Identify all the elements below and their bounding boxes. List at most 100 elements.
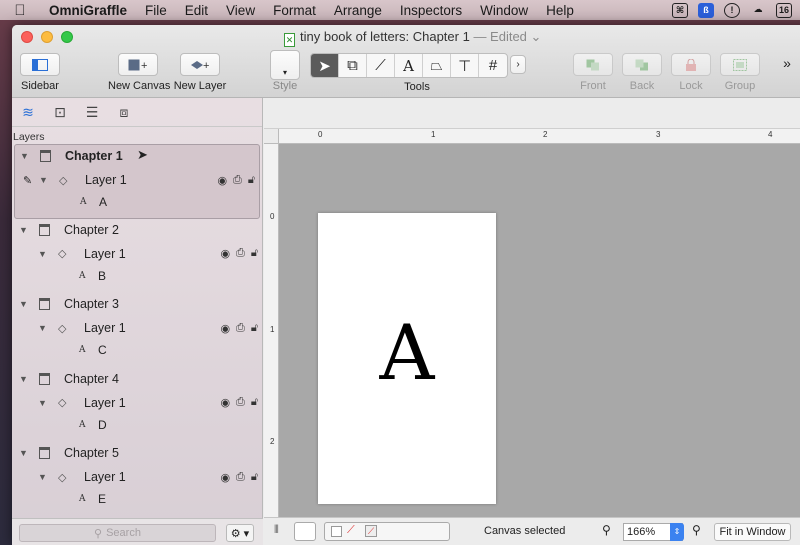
disclosure-triangle-icon[interactable]: ▼ bbox=[38, 398, 47, 408]
toolbar-overflow-icon[interactable]: » bbox=[780, 55, 794, 71]
menu-arrange[interactable]: Arrange bbox=[325, 3, 391, 18]
status-icon-3[interactable]: ! bbox=[724, 2, 740, 18]
zoom-button[interactable] bbox=[61, 31, 73, 43]
printer-icon[interactable]: ⎙ bbox=[236, 322, 245, 335]
page-letter-text[interactable]: A bbox=[318, 315, 496, 391]
text-object-icon: A bbox=[79, 270, 86, 281]
disclosure-triangle-icon[interactable]: ▼ bbox=[19, 374, 28, 384]
cloud-icon[interactable]: ☁ bbox=[750, 3, 766, 18]
object-row[interactable]: A D bbox=[12, 414, 262, 436]
pencil-icon: ✎ bbox=[23, 174, 33, 187]
layer-row[interactable]: ▼ ◇ Layer 1 ◉ ⎙ 🔓︎ bbox=[12, 243, 262, 265]
new-canvas-button[interactable]: + New Canvas bbox=[108, 53, 170, 92]
object-row[interactable]: A E bbox=[12, 488, 262, 510]
back-button[interactable]: Back bbox=[621, 53, 663, 92]
layer-row[interactable]: ✎ ▼ ◇ Layer 1 ◉ ⎙ 🔓︎ bbox=[15, 169, 259, 191]
lock-button[interactable]: Lock bbox=[670, 53, 712, 92]
printer-icon[interactable]: ⎙ bbox=[233, 174, 242, 187]
object-row[interactable]: A A bbox=[15, 191, 259, 213]
more-tools-button[interactable]: › bbox=[510, 55, 526, 74]
menu-file[interactable]: File bbox=[136, 3, 176, 18]
menu-window[interactable]: Window bbox=[471, 3, 537, 18]
menu-view[interactable]: View bbox=[217, 3, 264, 18]
chapter-row[interactable]: ▼ Chapter 2 bbox=[12, 219, 262, 241]
zoom-in-icon[interactable]: ⚲ bbox=[692, 523, 701, 537]
horizontal-ruler[interactable]: 0 1 2 3 4 bbox=[279, 129, 800, 144]
pen-tool-icon[interactable]: ⏢ bbox=[423, 54, 451, 77]
menu-edit[interactable]: Edit bbox=[176, 3, 217, 18]
unlock-icon[interactable]: 🔓︎ bbox=[248, 174, 255, 187]
menu-inspectors[interactable]: Inspectors bbox=[391, 3, 471, 18]
artboard-tab-icon[interactable]: ⧈ bbox=[115, 103, 133, 121]
disclosure-triangle-icon[interactable]: ▼ bbox=[19, 225, 28, 235]
chapter-row[interactable]: ▼ Chapter 5 bbox=[12, 442, 262, 464]
apple-menu-icon[interactable]:  bbox=[0, 2, 40, 19]
eye-icon[interactable]: ◉ bbox=[220, 322, 230, 335]
chapter-row[interactable]: ▼ Chapter 3 bbox=[12, 293, 262, 315]
minimize-button[interactable] bbox=[41, 31, 53, 43]
layer-row[interactable]: ▼ ◇ Layer 1 ◉ ⎙ 🔓︎ bbox=[12, 317, 262, 339]
layer-icon: ◇ bbox=[59, 174, 68, 187]
fill-swatch[interactable] bbox=[294, 522, 316, 541]
printer-icon[interactable]: ⎙ bbox=[236, 247, 245, 260]
disclosure-triangle-icon[interactable]: ▼ bbox=[19, 448, 28, 458]
window-title[interactable]: ✕ tiny book of letters: Chapter 1 — Edite… bbox=[284, 29, 541, 47]
text-tool-icon[interactable]: A bbox=[395, 54, 423, 77]
disclosure-triangle-icon[interactable]: ▼ bbox=[39, 175, 48, 185]
unlock-icon[interactable]: 🔓︎ bbox=[251, 322, 258, 335]
canvas-tab-icon[interactable]: ⊡ bbox=[51, 103, 69, 121]
line-style-swatch[interactable]: ⟋ ⟋ bbox=[324, 522, 450, 541]
close-button[interactable] bbox=[21, 31, 33, 43]
status-icon-1[interactable]: ⌘ bbox=[672, 2, 688, 18]
disclosure-triangle-icon[interactable]: ▼ bbox=[38, 323, 47, 333]
layer-row[interactable]: ▼ ◇ Layer 1 ◉ ⎙ 🔓︎ bbox=[12, 392, 262, 414]
layer-row[interactable]: ▼ ◇ Layer 1 ◉ ⎙ 🔓︎ bbox=[12, 466, 262, 488]
layer-controls: ◉ ⎙ 🔓︎ bbox=[217, 174, 255, 187]
unlock-icon[interactable]: 🔓︎ bbox=[251, 396, 258, 409]
ruler-corner[interactable] bbox=[264, 129, 279, 144]
disclosure-triangle-icon[interactable]: ▼ bbox=[20, 151, 29, 161]
outline-tab-icon[interactable]: ☰ bbox=[83, 103, 101, 121]
style-button[interactable]: ▾ Style bbox=[270, 50, 300, 92]
gear-menu-button[interactable]: ⚙ ▾ bbox=[226, 524, 254, 542]
new-layer-button[interactable]: + New Layer bbox=[172, 53, 228, 92]
vertical-ruler[interactable]: 0 1 2 bbox=[264, 144, 279, 518]
menu-app[interactable]: OmniGraffle bbox=[40, 3, 136, 18]
canvas-page[interactable]: A bbox=[318, 213, 496, 504]
zoom-dropdown-icon[interactable]: ⇕ bbox=[670, 523, 684, 541]
fit-in-window-button[interactable]: Fit in Window bbox=[714, 523, 791, 541]
front-button[interactable]: Front bbox=[572, 53, 614, 92]
group-button[interactable]: Group bbox=[719, 53, 761, 92]
eye-icon[interactable]: ◉ bbox=[220, 471, 230, 484]
shape-tool-icon[interactable]: ⧉ bbox=[339, 54, 367, 77]
eye-icon[interactable]: ◉ bbox=[220, 247, 230, 260]
unlock-icon[interactable]: 🔓︎ bbox=[251, 471, 258, 484]
line-tool-icon[interactable]: ⟋ bbox=[367, 54, 395, 77]
diagram-tool-icon[interactable]: ⊤ bbox=[451, 54, 479, 77]
disclosure-triangle-icon[interactable]: ▼ bbox=[38, 249, 47, 259]
chapter-row[interactable]: ▼ Chapter 4 bbox=[12, 368, 262, 390]
resize-handle-icon[interactable]: ⦀ bbox=[274, 524, 279, 537]
chapter-row[interactable]: ▼ Chapter 1 ➤ bbox=[15, 145, 259, 167]
menu-help[interactable]: Help bbox=[537, 3, 583, 18]
eye-icon[interactable]: ◉ bbox=[220, 396, 230, 409]
printer-icon[interactable]: ⎙ bbox=[236, 396, 245, 409]
zoom-out-icon[interactable]: ⚲ bbox=[602, 523, 611, 537]
object-row[interactable]: A B bbox=[12, 265, 262, 287]
canvas-area[interactable]: 0 1 2 3 4 0 1 2 A bbox=[264, 98, 800, 518]
calendar-icon[interactable]: 16 bbox=[776, 2, 792, 18]
sidebar-button[interactable]: Sidebar bbox=[20, 53, 60, 92]
printer-icon[interactable]: ⎙ bbox=[236, 471, 245, 484]
eye-icon[interactable]: ◉ bbox=[217, 174, 227, 187]
grid-tool-icon[interactable]: # bbox=[479, 54, 507, 77]
text-object-icon: A bbox=[80, 197, 87, 207]
status-icon-2[interactable]: ß bbox=[698, 2, 714, 18]
pointer-tool-icon[interactable]: ➤ bbox=[311, 54, 339, 77]
search-field[interactable]: ⚲ Search bbox=[19, 524, 216, 542]
disclosure-triangle-icon[interactable]: ▼ bbox=[19, 299, 28, 309]
disclosure-triangle-icon[interactable]: ▼ bbox=[38, 472, 47, 482]
menu-format[interactable]: Format bbox=[264, 3, 325, 18]
unlock-icon[interactable]: 🔓︎ bbox=[251, 247, 258, 260]
layers-tab-icon[interactable]: ≋ bbox=[19, 103, 37, 121]
object-row[interactable]: A C bbox=[12, 339, 262, 361]
